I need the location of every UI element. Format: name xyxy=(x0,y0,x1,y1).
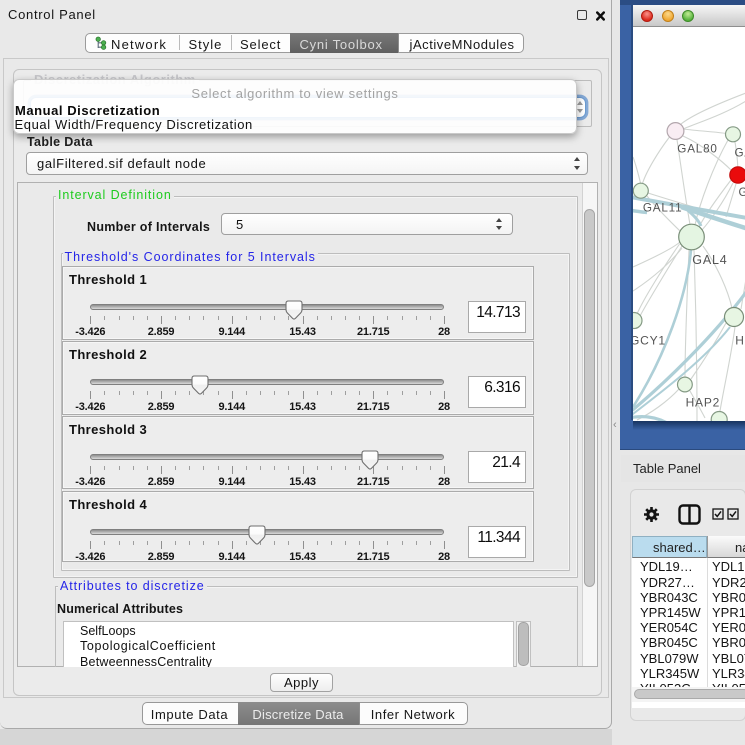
svg-text:GAL11: GAL11 xyxy=(642,202,682,215)
svg-text:GA: GA xyxy=(734,147,745,160)
svg-text:H: H xyxy=(735,334,744,348)
svg-text:G: G xyxy=(738,186,745,199)
svg-text:HAP2: HAP2 xyxy=(685,396,720,410)
svg-text:GAL4: GAL4 xyxy=(692,253,727,267)
svg-text:GAL80: GAL80 xyxy=(677,143,717,156)
svg-text:GCY1: GCY1 xyxy=(633,334,666,348)
